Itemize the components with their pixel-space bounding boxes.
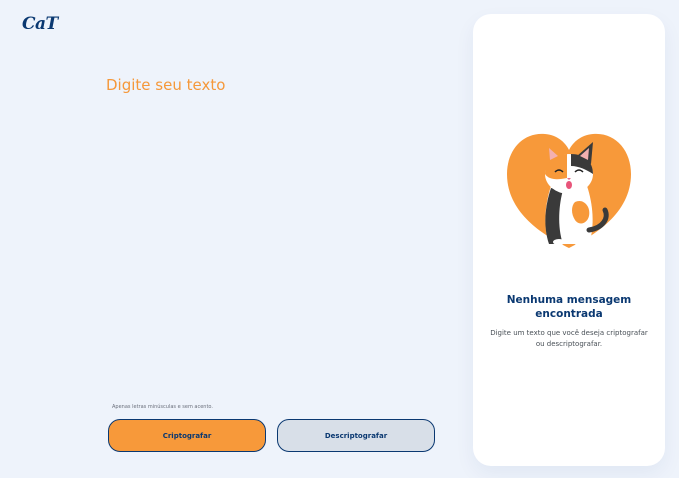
encrypt-button[interactable]: Criptografar: [108, 419, 266, 452]
input-hint: Apenas letras minúsculas e sem acento.: [112, 404, 213, 410]
empty-state-description: Digite um texto que você deseja criptogr…: [490, 329, 648, 348]
cat-heart-illustration: [507, 133, 631, 248]
app-logo: CaT: [22, 14, 58, 34]
empty-state-title: Nenhuma mensagem encontrada: [506, 294, 632, 320]
text-input[interactable]: [106, 76, 426, 376]
output-panel: Nenhuma mensagem encontrada Digite um te…: [473, 14, 665, 466]
decrypt-button[interactable]: Descriptografar: [277, 419, 435, 452]
hint-text: Apenas letras minúsculas e sem acento.: [112, 404, 213, 410]
